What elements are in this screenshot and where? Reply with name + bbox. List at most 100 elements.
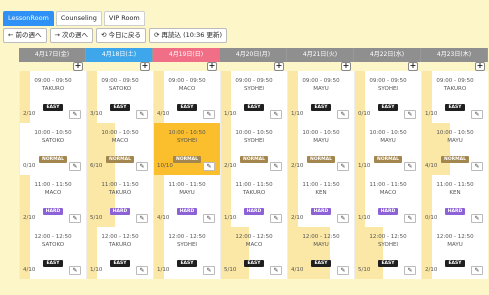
room-tabs: LessonRoom Counseling VIP Room (3, 11, 145, 26)
edit-icon[interactable]: ✎ (270, 214, 282, 223)
edit-icon[interactable]: ✎ (203, 214, 215, 223)
lesson-slot[interactable]: 09:00 - 09:50 TAKURO EASY 2/10 ✎ (19, 71, 86, 123)
next-week-button[interactable]: → 次の週へ (49, 28, 94, 43)
lesson-slot[interactable]: 10:00 - 10:50 SYOHEI NORMAL 2/10 ✎ (220, 123, 287, 175)
booking-count: 1/10 (157, 267, 170, 273)
lesson-slot[interactable]: 10:00 - 10:50 MAYU NORMAL 1/10 ✎ (354, 123, 421, 175)
level-badge: HARD (310, 208, 332, 215)
tab-vip-room[interactable]: VIP Room (103, 11, 145, 26)
lesson-slot[interactable]: 12:00 - 12:50 TAKURO EASY 1/10 ✎ (86, 227, 153, 279)
add-slot-button[interactable]: + (274, 62, 284, 71)
lesson-slot[interactable]: 10:00 - 10:50 MAYU NORMAL 4/10 ✎ (421, 123, 488, 175)
lesson-slot[interactable]: 09:00 - 09:50 SYOHEI EASY 1/10 ✎ (220, 71, 287, 123)
lesson-slot[interactable]: 11:00 - 11:50 TAKURO HARD 5/10 ✎ (86, 175, 153, 227)
level-badge: EASY (378, 104, 398, 111)
edit-icon[interactable]: ✎ (136, 110, 148, 119)
lesson-slot[interactable]: 10:00 - 10:50 SYOHEI NORMAL 10/10 ✎ (153, 123, 220, 175)
slot-time: 11:00 - 11:50 (302, 182, 340, 188)
edit-icon[interactable]: ✎ (337, 214, 349, 223)
teacher-name: SYOHEI (176, 138, 198, 144)
add-slot-button[interactable]: + (207, 62, 217, 71)
lesson-slot[interactable]: 12:00 - 12:50 SYOHEI EASY 1/10 ✎ (153, 227, 220, 279)
edit-icon[interactable]: ✎ (69, 214, 81, 223)
level-badge: EASY (378, 260, 398, 267)
edit-icon[interactable]: ✎ (404, 110, 416, 119)
booking-count: 5/10 (224, 267, 237, 273)
edit-icon[interactable]: ✎ (337, 162, 349, 171)
edit-icon[interactable]: ✎ (337, 110, 349, 119)
edit-icon[interactable]: ✎ (471, 214, 483, 223)
slot-time: 09:00 - 09:50 (34, 78, 72, 84)
lesson-slot[interactable]: 12:00 - 12:50 MAYU EASY 2/10 ✎ (421, 227, 488, 279)
booking-count: 4/10 (425, 163, 438, 169)
edit-icon[interactable]: ✎ (404, 214, 416, 223)
lesson-slot[interactable]: 12:00 - 12:50 MACO EASY 5/10 ✎ (220, 227, 287, 279)
teacher-name: TAKURO (108, 190, 132, 196)
edit-icon[interactable]: ✎ (270, 162, 282, 171)
edit-icon[interactable]: ✎ (203, 266, 215, 275)
edit-icon[interactable]: ✎ (471, 162, 483, 171)
lesson-slot[interactable]: 11:00 - 11:50 KEN HARD 2/10 ✎ (287, 175, 354, 227)
lesson-slot[interactable]: 10:00 - 10:50 MAYU NORMAL 2/10 ✎ (287, 123, 354, 175)
teacher-name: SATOKO (108, 86, 132, 92)
reload-button[interactable]: ⟳ 再読込 (10:36 更新) (149, 28, 227, 43)
teacher-name: KEN (449, 190, 461, 196)
add-slot-button[interactable]: + (341, 62, 351, 71)
lesson-slot[interactable]: 09:00 - 09:50 SATOKO EASY 3/10 ✎ (86, 71, 153, 123)
day-header: 4月19日(日) (153, 48, 220, 62)
slot-time: 10:00 - 10:50 (168, 130, 206, 136)
edit-icon[interactable]: ✎ (471, 110, 483, 119)
add-slot-button[interactable]: + (475, 62, 485, 71)
edit-icon[interactable]: ✎ (270, 110, 282, 119)
level-badge: NORMAL (374, 156, 402, 163)
add-slot-button[interactable]: + (408, 62, 418, 71)
add-slot-button[interactable]: + (73, 62, 83, 71)
level-badge: NORMAL (173, 156, 201, 163)
level-badge: NORMAL (39, 156, 67, 163)
booking-count: 4/10 (291, 267, 304, 273)
slot-time: 12:00 - 12:50 (101, 234, 139, 240)
add-slot-button[interactable]: + (140, 62, 150, 71)
lesson-slot[interactable]: 09:00 - 09:50 MAYU EASY 1/10 ✎ (287, 71, 354, 123)
edit-icon[interactable]: ✎ (136, 214, 148, 223)
edit-icon[interactable]: ✎ (270, 266, 282, 275)
booking-count: 0/10 (358, 111, 371, 117)
edit-icon[interactable]: ✎ (69, 110, 81, 119)
lesson-slot[interactable]: 09:00 - 09:50 SYOHEI EASY 0/10 ✎ (354, 71, 421, 123)
lesson-slot[interactable]: 10:00 - 10:50 SATOKO NORMAL 0/10 ✎ (19, 123, 86, 175)
lesson-slot[interactable]: 11:00 - 11:50 KEN HARD 0/10 ✎ (421, 175, 488, 227)
lesson-slot[interactable]: 11:00 - 11:50 MACO HARD 1/10 ✎ (354, 175, 421, 227)
slot-time: 12:00 - 12:50 (235, 234, 273, 240)
level-badge: HARD (176, 208, 198, 215)
edit-icon[interactable]: ✎ (337, 266, 349, 275)
lesson-slot[interactable]: 10:00 - 10:50 MACO NORMAL 6/10 ✎ (86, 123, 153, 175)
lesson-slot[interactable]: 11:00 - 11:50 TAKURO HARD 1/10 ✎ (220, 175, 287, 227)
lesson-slot[interactable]: 12:00 - 12:50 MAYU EASY 4/10 ✎ (287, 227, 354, 279)
edit-icon[interactable]: ✎ (404, 162, 416, 171)
edit-icon[interactable]: ✎ (203, 110, 215, 119)
level-badge: EASY (445, 260, 465, 267)
day-header: 4月17日(金) (19, 48, 86, 62)
level-badge: EASY (445, 104, 465, 111)
edit-icon[interactable]: ✎ (471, 266, 483, 275)
edit-icon[interactable]: ✎ (203, 162, 215, 171)
today-button[interactable]: ⟲ 今日に戻る (96, 28, 147, 43)
slot-time: 09:00 - 09:50 (436, 78, 474, 84)
lesson-slot[interactable]: 09:00 - 09:50 TAKURO EASY 1/10 ✎ (421, 71, 488, 123)
add-slot-row: + (220, 62, 287, 71)
lesson-slot[interactable]: 09:00 - 09:50 MACO EASY 4/10 ✎ (153, 71, 220, 123)
tab-lessonroom[interactable]: LessonRoom (3, 11, 54, 26)
prev-week-button[interactable]: ← 前の週へ (3, 28, 47, 43)
edit-icon[interactable]: ✎ (136, 162, 148, 171)
edit-icon[interactable]: ✎ (69, 266, 81, 275)
lesson-slot[interactable]: 12:00 - 12:50 SYOHEI EASY 5/10 ✎ (354, 227, 421, 279)
slot-time: 09:00 - 09:50 (101, 78, 139, 84)
edit-icon[interactable]: ✎ (69, 162, 81, 171)
lesson-slot[interactable]: 11:00 - 11:50 MACO HARD 2/10 ✎ (19, 175, 86, 227)
add-slot-row: + (19, 62, 86, 71)
edit-icon[interactable]: ✎ (136, 266, 148, 275)
lesson-slot[interactable]: 12:00 - 12:50 SATOKO EASY 4/10 ✎ (19, 227, 86, 279)
edit-icon[interactable]: ✎ (404, 266, 416, 275)
lesson-slot[interactable]: 11:00 - 11:50 MAYU HARD 4/10 ✎ (153, 175, 220, 227)
tab-counseling[interactable]: Counseling (55, 11, 102, 26)
